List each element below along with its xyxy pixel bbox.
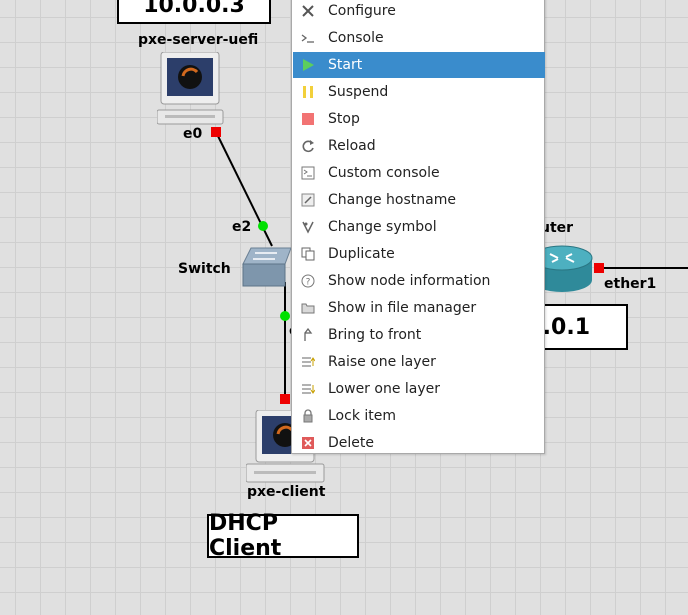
menu-item-change-hostname[interactable]: Change hostname [293,187,545,213]
stop-icon [301,112,315,126]
server-node-name[interactable]: pxe-server-uefi [138,32,258,48]
server-address-text: 10.0.0.3 [143,0,245,18]
custom-console-icon [301,166,315,180]
raise-layer-icon [301,355,315,369]
hostname-icon [301,193,315,207]
menu-item-label: Lock item [328,408,397,424]
menu-item-label: Console [328,30,384,46]
menu-item-duplicate[interactable]: Duplicate [293,241,545,267]
info-icon: ? [301,274,315,288]
terminal-prompt-icon [301,31,315,45]
menu-item-suspend[interactable]: Suspend [293,79,545,105]
lock-icon [301,409,315,423]
client-port[interactable] [280,394,290,404]
menu-item-label: Reload [328,138,376,154]
svg-text:?: ? [306,278,311,288]
menu-item-label: Show node information [328,273,491,289]
menu-item-label: Change symbol [328,219,437,235]
lower-layer-icon [301,382,315,396]
menu-item-label: Lower one layer [328,381,441,397]
router-port-label: ether1 [604,276,657,292]
switch-port-e2[interactable] [258,221,268,231]
menu-item-console[interactable]: Console [293,25,545,51]
menu-item-label: Configure [328,3,396,19]
client-label-text: DHCP Client [209,511,282,561]
menu-item-raise-one-layer[interactable]: Raise one layer [293,349,545,375]
menu-item-custom-console[interactable]: Custom console [293,160,545,186]
play-icon [301,58,315,72]
folder-icon [301,301,315,315]
switch-port-bottom[interactable] [280,311,290,321]
client-label-box[interactable]: DHCP Client [207,511,359,561]
menu-item-label: Bring to front [328,327,422,343]
server-port-label: e0 [183,126,203,142]
server-node[interactable] [156,51,227,132]
server-port-e0[interactable] [211,127,221,137]
menu-item-label: Stop [328,111,360,127]
menu-item-label: Start [328,57,363,73]
menu-item-configure[interactable]: Configure [293,0,545,24]
menu-item-delete[interactable]: Delete [293,430,545,456]
delete-icon [301,436,315,450]
node-context-menu: Configure Console Start Suspend Stop Rel… [291,0,545,454]
server-address-box[interactable]: 10.0.0.3 [117,0,271,24]
menu-item-show-in-file-manager[interactable]: Show in file manager [293,295,545,321]
switch-node-name[interactable]: Switch [178,261,231,277]
qemu-computer-icon [156,51,224,125]
reload-icon [301,139,315,153]
menu-item-start[interactable]: Start [293,52,545,78]
menu-item-label: Change hostname [328,192,456,208]
menu-item-lock-item[interactable]: Lock item [293,403,545,429]
menu-item-label: Suspend [328,84,389,100]
menu-item-lower-one-layer[interactable]: Lower one layer [293,376,545,402]
menu-item-stop[interactable]: Stop [293,106,545,132]
duplicate-icon [301,247,315,261]
menu-item-label: Show in file manager [328,300,477,316]
ethernet-switch-icon [242,247,292,287]
menu-item-change-symbol[interactable]: Change symbol [293,214,545,240]
bring-front-icon [301,328,315,342]
menu-item-label: Custom console [328,165,440,181]
menu-item-bring-to-front[interactable]: Bring to front [293,322,545,348]
menu-item-reload[interactable]: Reload [293,133,545,159]
menu-item-label: Raise one layer [328,354,436,370]
switch-node[interactable] [241,244,293,294]
wrench-screwdriver-icon [301,4,315,18]
menu-item-label: Delete [328,435,374,451]
symbol-icon [301,220,315,234]
router-port-ether1[interactable] [594,263,604,273]
menu-item-label: Duplicate [328,246,395,262]
menu-item-show-node-information[interactable]: ? Show node information [293,268,545,294]
client-node-name[interactable]: pxe-client [247,484,325,500]
switch-port-top-label: e2 [232,219,252,235]
pause-icon [301,85,315,99]
